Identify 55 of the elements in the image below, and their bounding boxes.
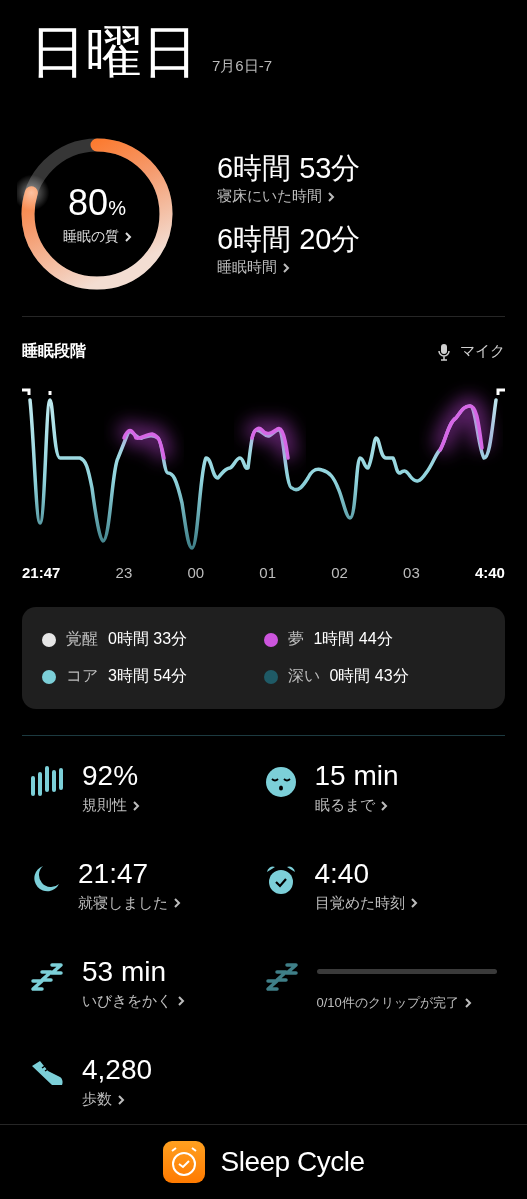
chevron-icon <box>463 996 472 1009</box>
microphone-icon <box>438 342 450 361</box>
metric-link[interactable]: 眠るまで <box>314 796 499 815</box>
section-title: 睡眠段階 <box>22 341 86 361</box>
metric-link[interactable]: 就寝しました <box>78 893 265 913</box>
metric-value: 92% <box>82 760 140 792</box>
metric-link[interactable]: 0/10件のクリップが完了 <box>316 993 499 1012</box>
metric-link[interactable]: 歩数 <box>82 1090 265 1110</box>
stage-duration: 3時間 54分 <box>108 666 188 686</box>
app-logo-icon <box>162 1141 205 1183</box>
mic-link[interactable]: マイク <box>438 342 505 361</box>
stage-name: 夢 <box>287 629 304 649</box>
time-label: 01 <box>259 564 276 581</box>
metric-value: 21:47 <box>78 857 150 890</box>
chevron-icon <box>117 1093 125 1106</box>
bars-icon <box>30 766 64 796</box>
time-label: 4:40 <box>474 564 505 581</box>
time-label: 03 <box>403 564 420 581</box>
quality-link[interactable]: 睡眠の質 <box>62 227 132 246</box>
chevron-icon <box>173 897 181 910</box>
chevron-icon <box>132 799 140 812</box>
time-label: 21:47 <box>22 564 61 581</box>
duration-link[interactable]: 寝床にいた時間 <box>217 187 361 206</box>
stage-duration: 0時間 43分 <box>329 666 409 686</box>
metric-value: 4:40 <box>314 857 370 890</box>
stage-name: 深い <box>287 666 320 686</box>
chevron-icon <box>327 190 335 203</box>
app-name: Sleep Cycle <box>220 1146 365 1178</box>
day-title: 日曜日 <box>30 20 198 84</box>
chevron-icon <box>409 897 418 910</box>
stage-name: コア <box>66 666 98 686</box>
chevron-icon <box>177 995 185 1007</box>
metric-value: 15 min <box>314 760 400 792</box>
time-label: 00 <box>187 564 205 581</box>
sleepy-face-icon <box>264 766 297 798</box>
zzz-icon <box>30 961 64 994</box>
stage-name: 覚醒 <box>66 629 98 649</box>
chevron-icon <box>282 261 290 274</box>
metric-value: 4,280 <box>82 1054 154 1087</box>
duration-link[interactable]: 睡眠時間 <box>217 258 361 277</box>
stage-duration: 1時間 44分 <box>313 629 393 649</box>
chevron-icon <box>379 799 388 812</box>
metric-link[interactable]: 目覚めた時刻 <box>314 893 499 913</box>
time-label: 02 <box>331 564 348 581</box>
quality-percent: 80% <box>68 182 126 225</box>
metric-link[interactable]: 規則性 <box>82 796 265 815</box>
metric-value: 53 min <box>82 955 168 988</box>
chevron-icon <box>123 230 132 243</box>
time-label: 23 <box>115 564 133 581</box>
date-range: 7月6日-7 <box>212 57 273 76</box>
zzz-icon <box>264 961 299 994</box>
duration-value: 6時間 20分 <box>217 222 361 256</box>
stage-duration: 0時間 33分 <box>108 629 188 649</box>
duration-value: 6時間 53分 <box>217 151 361 185</box>
metric-link[interactable]: いびきをかく <box>82 991 265 1011</box>
